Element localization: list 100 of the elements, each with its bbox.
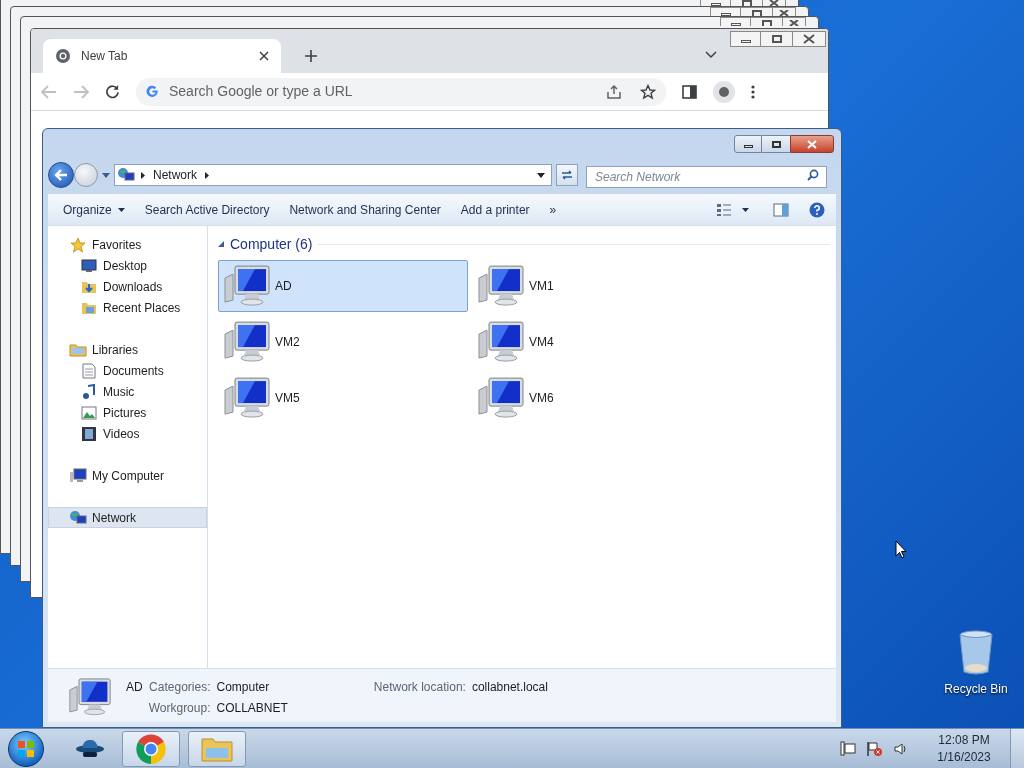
computer-item[interactable]: AD bbox=[218, 260, 468, 312]
computer-icon bbox=[477, 264, 525, 308]
google-logo-icon bbox=[146, 85, 159, 98]
caret-icon[interactable] bbox=[102, 172, 110, 178]
nav-item[interactable]: Desktop bbox=[48, 255, 207, 276]
breadcrumb[interactable]: Network bbox=[153, 166, 197, 184]
menu-icon[interactable] bbox=[751, 84, 755, 99]
back-arrow-icon bbox=[54, 169, 68, 181]
profile-avatar[interactable] bbox=[713, 80, 735, 103]
close-button[interactable] bbox=[792, 31, 826, 47]
collapse-arrow-icon[interactable] bbox=[218, 241, 224, 247]
detail-value: COLLABNET bbox=[216, 700, 288, 717]
side-panel-icon[interactable] bbox=[682, 84, 697, 99]
minimize-button[interactable] bbox=[730, 31, 761, 47]
breadcrumb-arrow-icon[interactable] bbox=[141, 171, 145, 179]
close-icon bbox=[803, 34, 815, 44]
computer-icon bbox=[223, 376, 271, 420]
music-note-icon bbox=[82, 383, 96, 400]
chevron-down-icon[interactable] bbox=[705, 51, 717, 59]
close-button[interactable] bbox=[782, 17, 806, 26]
browser-tab[interactable]: New Tab bbox=[43, 39, 281, 73]
show-desktop-button[interactable] bbox=[1010, 728, 1024, 768]
speaker-icon[interactable] bbox=[894, 741, 908, 756]
dropdown-arrow-icon[interactable] bbox=[537, 172, 545, 178]
command-button[interactable]: Organize bbox=[53, 197, 135, 222]
caret-icon bbox=[742, 207, 749, 212]
computer-item[interactable]: VM4 bbox=[472, 316, 722, 368]
back-button[interactable] bbox=[48, 162, 74, 188]
star-icon bbox=[70, 236, 86, 253]
search-icon[interactable] bbox=[807, 169, 819, 181]
network-tray-icon[interactable] bbox=[840, 740, 856, 757]
maximize-button[interactable] bbox=[751, 17, 782, 26]
preview-pane-icon[interactable] bbox=[773, 202, 789, 217]
omnibox-field[interactable]: Search Google or type a URL bbox=[169, 81, 596, 102]
close-icon bbox=[789, 20, 799, 26]
close-button[interactable] bbox=[790, 135, 834, 153]
computer-item[interactable]: VM5 bbox=[218, 372, 468, 424]
nav-item[interactable]: Favorites bbox=[48, 234, 207, 255]
more-commands-button[interactable]: » bbox=[539, 197, 567, 222]
desktop-icon[interactable]: Recycle Bin bbox=[940, 630, 1012, 698]
detail-value: Computer bbox=[216, 679, 271, 696]
film-icon bbox=[81, 425, 97, 442]
nav-item[interactable]: Downloads bbox=[48, 276, 207, 297]
nav-item[interactable]: Libraries bbox=[48, 339, 207, 360]
help-icon[interactable] bbox=[809, 201, 825, 218]
command-button[interactable]: Add a printer bbox=[450, 197, 540, 222]
address-field[interactable]: Network bbox=[114, 164, 552, 186]
nav-item[interactable]: My Computer bbox=[48, 465, 207, 486]
nav-item[interactable]: Network bbox=[48, 507, 207, 528]
computer-item[interactable]: VM6 bbox=[472, 372, 722, 424]
clock[interactable]: 12:08 PM 1/16/2023 bbox=[932, 731, 996, 766]
computer-icon bbox=[223, 320, 271, 364]
search-field[interactable]: Search Network bbox=[586, 166, 827, 188]
windows-logo-icon bbox=[17, 739, 35, 758]
detail-label: Network location: bbox=[373, 679, 466, 696]
star-icon[interactable] bbox=[640, 83, 656, 100]
nav-item[interactable]: Videos bbox=[48, 423, 207, 444]
network-icon bbox=[117, 167, 135, 183]
network-icon bbox=[69, 509, 87, 526]
computer-icon bbox=[477, 320, 525, 364]
caret-icon bbox=[117, 207, 125, 212]
reload-icon[interactable] bbox=[105, 84, 120, 99]
refresh-icon bbox=[560, 169, 574, 181]
minimize-button[interactable] bbox=[720, 17, 751, 26]
document-icon bbox=[82, 362, 96, 379]
minimize-button[interactable] bbox=[710, 7, 741, 16]
minimize-button[interactable] bbox=[734, 135, 762, 153]
desktop-icon bbox=[81, 258, 97, 273]
command-button[interactable]: Network and Sharing Center bbox=[279, 197, 451, 222]
maximize-button[interactable] bbox=[761, 31, 792, 47]
address-bar[interactable]: Search Google or type a URL bbox=[136, 77, 666, 106]
recycle-bin-icon bbox=[958, 630, 994, 676]
folder-icon bbox=[69, 341, 87, 358]
close-icon[interactable] bbox=[259, 51, 269, 61]
nav-item[interactable]: Pictures bbox=[48, 402, 207, 423]
breadcrumb-arrow-icon[interactable] bbox=[205, 171, 209, 179]
hat-icon bbox=[75, 737, 105, 760]
nav-item[interactable]: Recent Places bbox=[48, 297, 207, 318]
computer-icon bbox=[69, 467, 87, 484]
detail-label: Workgroup: bbox=[148, 700, 211, 717]
computer-icon bbox=[223, 264, 271, 308]
maximize-button[interactable] bbox=[762, 135, 790, 153]
computer-item[interactable]: VM2 bbox=[218, 316, 468, 368]
refresh-button[interactable] bbox=[556, 164, 578, 186]
share-icon[interactable] bbox=[606, 83, 622, 100]
computer-item[interactable]: VM1 bbox=[472, 260, 722, 312]
selected-name: AD bbox=[126, 679, 143, 696]
view-list-icon bbox=[716, 202, 732, 217]
flag-icon[interactable] bbox=[866, 740, 884, 757]
nav-item[interactable]: Documents bbox=[48, 360, 207, 381]
nav-item[interactable]: Music bbox=[48, 381, 207, 402]
detail-label: Categories: bbox=[148, 679, 211, 696]
computer-icon bbox=[68, 677, 112, 717]
command-button[interactable]: Search Active Directory bbox=[134, 197, 280, 222]
start-button[interactable] bbox=[8, 730, 44, 767]
detail-value: collabnet.local bbox=[471, 679, 548, 696]
new-tab-icon[interactable] bbox=[304, 49, 318, 63]
chrome-logo-icon bbox=[55, 48, 71, 64]
tab-title: New Tab bbox=[81, 48, 129, 65]
group-header[interactable]: Computer (6) bbox=[230, 233, 313, 255]
